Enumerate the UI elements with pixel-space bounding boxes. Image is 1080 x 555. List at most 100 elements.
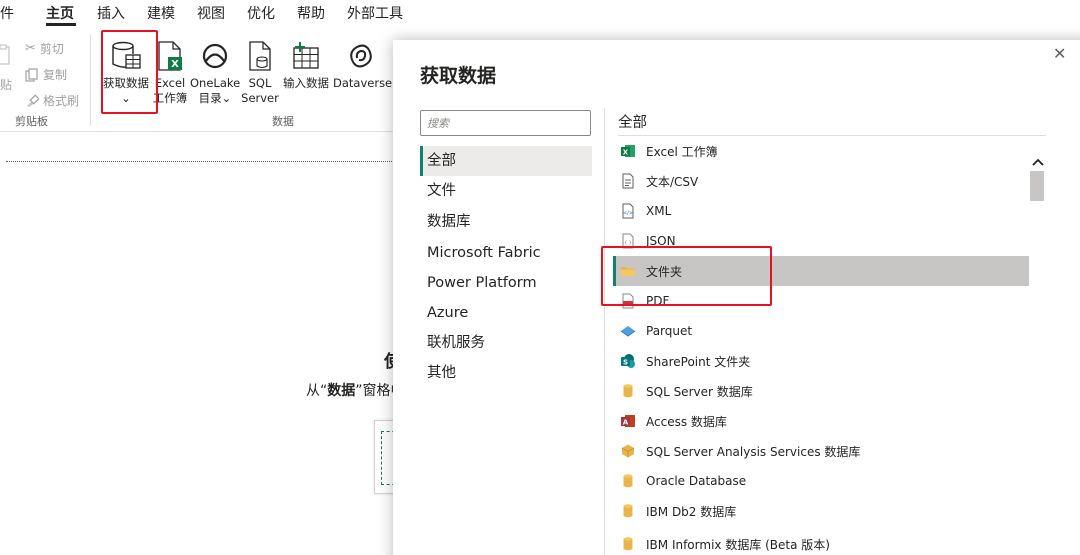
access-icon: A [620, 413, 636, 429]
parquet-icon [620, 323, 636, 339]
copy-icon [25, 67, 38, 82]
pdf-icon [620, 293, 636, 309]
category-other[interactable]: 其他 [420, 358, 592, 388]
paintbrush-icon [27, 93, 39, 107]
ribbon-separator [90, 34, 91, 126]
svg-text:{ }: { } [624, 240, 631, 246]
menu-view[interactable]: 视图 [197, 3, 225, 23]
source-parquet[interactable]: Parquet [613, 316, 1029, 346]
dataverse-icon [350, 44, 372, 68]
source-label: Oracle Database [646, 474, 747, 488]
dataverse-label: Dataverse [333, 76, 393, 90]
database-icon [620, 473, 636, 489]
category-azure[interactable]: Azure [420, 298, 592, 328]
sql-label-line1: SQL [248, 76, 272, 90]
menu-file[interactable]: 件 [0, 3, 14, 23]
table-add-icon [293, 42, 319, 69]
source-sharepoint-folder[interactable]: S SharePoint 文件夹 [613, 346, 1029, 376]
close-icon[interactable]: ✕ [1053, 44, 1066, 63]
list-header: 全部 [618, 115, 647, 131]
scissors-icon: ✂ [25, 41, 36, 56]
database-icon [620, 503, 636, 519]
xml-icon: </> [620, 203, 636, 219]
source-ibm-informix-database[interactable]: IBM Informix 数据库 (Beta 版本) [613, 529, 1029, 555]
excel-file-icon: X [158, 41, 182, 71]
sql-server-button[interactable]: SQL Server [241, 40, 279, 106]
format-painter-button[interactable]: 格式刷 [25, 92, 79, 109]
category-power-platform[interactable]: Power Platform [420, 268, 592, 298]
source-label: IBM Informix 数据库 (Beta 版本) [646, 537, 830, 552]
get-data-button[interactable]: 获取数据 ⌄ [101, 40, 151, 106]
source-sql-server-database[interactable]: SQL Server 数据库 [613, 376, 1029, 406]
onelake-icon [202, 43, 228, 69]
source-label: SQL Server 数据库 [646, 384, 753, 399]
menu-modeling[interactable]: 建模 [147, 3, 175, 23]
svg-text:X: X [623, 149, 629, 157]
source-pdf[interactable]: PDF [613, 286, 1029, 316]
source-analysis-services[interactable]: SQL Server Analysis Services 数据库 [613, 436, 1029, 466]
chevron-down-icon: ⌄ [221, 91, 232, 105]
source-oracle-database[interactable]: Oracle Database [613, 466, 1029, 496]
source-access-database[interactable]: A Access 数据库 [613, 406, 1029, 436]
excel-workbook-button[interactable]: X Excel 工作簿 [151, 40, 189, 106]
scroll-up-button[interactable] [1029, 152, 1046, 172]
source-label: IBM Db2 数据库 [646, 504, 737, 519]
excel-label-line2: 工作簿 [152, 91, 188, 105]
category-online-services[interactable]: 联机服务 [420, 328, 592, 358]
copy-button[interactable]: 复制 [25, 66, 67, 83]
enter-data-label: 输入数据 [283, 76, 329, 90]
search-input[interactable] [420, 110, 591, 136]
instruction-prefix: 从“ [306, 383, 328, 399]
chevron-up-icon [1031, 158, 1044, 166]
clipboard-group-label: 剪贴板 [15, 115, 48, 128]
chevron-down-icon: ⌄ [121, 91, 131, 105]
paste-button[interactable] [0, 44, 12, 66]
enter-data-button[interactable]: 输入数据 [281, 40, 331, 91]
menu-home[interactable]: 主页 [46, 3, 74, 23]
copy-label: 复制 [43, 68, 68, 82]
pane-divider [604, 108, 605, 555]
source-xml[interactable]: </> XML [613, 196, 1029, 226]
source-label: XML [646, 204, 672, 218]
cut-label: 剪切 [39, 42, 64, 56]
excel-icon: X [620, 143, 636, 159]
sql-label-line2: Server [241, 91, 279, 105]
cut-button[interactable]: ✂ 剪切 [25, 40, 64, 57]
source-folder[interactable]: 文件夹 [613, 256, 1029, 286]
onelake-label-line1: OneLake [190, 76, 241, 90]
sql-server-file-icon [249, 41, 271, 71]
json-icon: { } [620, 233, 636, 249]
paste-icon [0, 44, 10, 65]
category-all[interactable]: 全部 [420, 146, 592, 176]
source-excel-workbook[interactable]: X Excel 工作簿 [613, 136, 1029, 166]
category-database[interactable]: 数据库 [420, 207, 592, 237]
source-text-csv[interactable]: 文本/CSV [613, 166, 1029, 196]
svg-text:</>: </> [623, 211, 633, 217]
menu-optimize[interactable]: 优化 [247, 3, 275, 23]
active-tab-underline [46, 23, 76, 26]
menu-help[interactable]: 帮助 [297, 3, 325, 23]
get-data-label: 获取数据 [103, 76, 149, 90]
scrollbar-thumb[interactable] [1030, 171, 1044, 201]
source-label: Access 数据库 [646, 414, 727, 429]
source-label: JSON [646, 234, 676, 248]
category-file[interactable]: 文件 [420, 176, 592, 206]
folder-icon [620, 263, 636, 279]
source-label: PDF [646, 294, 670, 308]
source-label: SQL Server Analysis Services 数据库 [646, 444, 861, 459]
source-label: Parquet [646, 324, 693, 338]
canvas-dotted-border [6, 161, 394, 162]
canvas-instruction: 从“数据”窗格中 [306, 380, 405, 400]
data-group-label: 数据 [272, 115, 294, 128]
dataverse-button[interactable]: Dataverse [333, 40, 393, 91]
database-icon [620, 536, 636, 552]
sharepoint-icon: S [620, 353, 636, 369]
category-microsoft-fabric[interactable]: Microsoft Fabric [420, 238, 592, 268]
source-json[interactable]: { } JSON [613, 226, 1029, 256]
source-ibm-db2-database[interactable]: IBM Db2 数据库 [613, 496, 1029, 526]
menu-external-tools[interactable]: 外部工具 [347, 3, 403, 23]
onelake-catalog-button[interactable]: OneLake 目录⌄ [190, 40, 240, 106]
source-label: SharePoint 文件夹 [646, 354, 751, 369]
instruction-bold: 数据 [327, 383, 356, 399]
menu-insert[interactable]: 插入 [97, 3, 125, 23]
